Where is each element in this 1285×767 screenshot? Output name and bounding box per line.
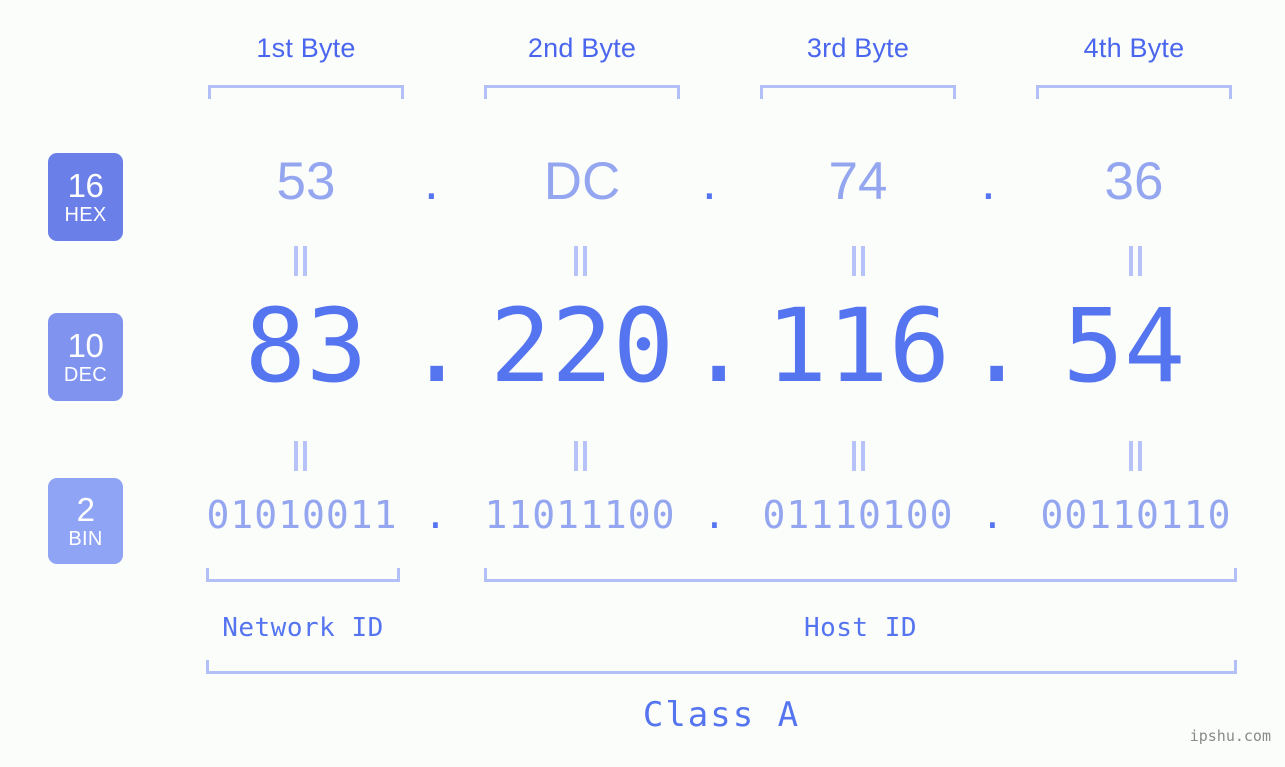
base-badge-hex: 16 HEX [48, 153, 123, 241]
dec-separator-2: . [688, 287, 750, 406]
byte-label-2: 2nd Byte [527, 33, 637, 63]
equals-connector-hex-dec-1 [292, 246, 310, 276]
class-bracket [206, 660, 1237, 674]
bin-octet-1: 01010011 [206, 493, 398, 537]
byte-label-1: 1st Byte [256, 33, 356, 63]
bin-separator-2: . [703, 493, 726, 537]
equals-connector-hex-dec-2 [572, 246, 590, 276]
base-badge-bin-number: 2 [76, 491, 95, 528]
equals-connector-hex-dec-3 [850, 246, 868, 276]
hex-octet-1: 53 [276, 152, 336, 211]
dec-octet-1: 83 [244, 287, 368, 406]
hex-separator-3: . [981, 152, 996, 211]
equals-connector-dec-bin-4 [1127, 441, 1145, 471]
bin-separator-1: . [424, 493, 447, 537]
network-id-bracket [206, 568, 400, 582]
site-watermark: ipshu.com [1189, 727, 1271, 745]
bin-separator-3: . [981, 493, 1004, 537]
equals-connector-dec-bin-1 [292, 441, 310, 471]
byte-label-3: 3rd Byte [806, 33, 910, 63]
byte-label-4: 4th Byte [1083, 33, 1185, 63]
dec-separator-1: . [406, 287, 468, 406]
byte-bracket-2 [484, 85, 680, 99]
dec-octet-2: 220 [489, 287, 675, 406]
equals-connector-dec-bin-3 [850, 441, 868, 471]
base-badge-dec: 10 DEC [48, 313, 123, 401]
hex-octet-4: 36 [1104, 152, 1164, 211]
base-badge-hex-number: 16 [67, 167, 104, 204]
ip-address-breakdown-diagram: 1st Byte 2nd Byte 3rd Byte 4th Byte 16 H… [0, 0, 1285, 767]
base-badge-dec-number: 10 [67, 327, 104, 364]
hex-separator-2: . [702, 152, 717, 211]
byte-bracket-1 [208, 85, 404, 99]
host-id-bracket [484, 568, 1237, 582]
bin-octet-2: 11011100 [484, 493, 676, 537]
byte-bracket-4 [1036, 85, 1232, 99]
base-badge-hex-label: HEX [64, 204, 107, 226]
base-badge-bin-label: BIN [68, 528, 103, 550]
dec-octet-3: 116 [765, 287, 951, 406]
hex-octet-3: 74 [828, 152, 888, 211]
dec-octet-4: 54 [1062, 287, 1186, 406]
equals-connector-dec-bin-2 [572, 441, 590, 471]
class-label: Class A [642, 695, 801, 735]
bin-octet-4: 00110110 [1040, 493, 1232, 537]
host-id-label: Host ID [803, 613, 918, 643]
hex-separator-1: . [424, 152, 439, 211]
bin-octet-3: 01110100 [762, 493, 954, 537]
equals-connector-hex-dec-4 [1127, 246, 1145, 276]
base-badge-dec-label: DEC [63, 364, 108, 386]
hex-octet-2: DC [543, 152, 621, 211]
byte-bracket-3 [760, 85, 956, 99]
dec-separator-3: . [966, 287, 1028, 406]
base-badge-bin: 2 BIN [48, 478, 123, 564]
network-id-label: Network ID [222, 613, 384, 643]
